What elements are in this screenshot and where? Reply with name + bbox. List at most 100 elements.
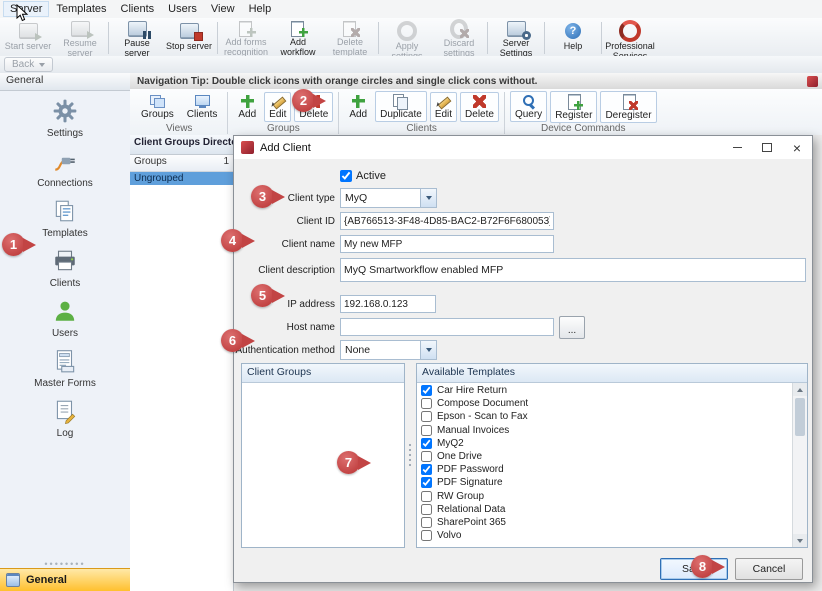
browse-button[interactable]: ... (559, 316, 585, 339)
back-button[interactable]: Back (4, 57, 53, 72)
group-edit-button[interactable]: Edit (264, 92, 291, 122)
resume-server-button[interactable]: Resume server (54, 19, 106, 57)
stop-server-button[interactable]: Stop server (163, 19, 215, 57)
scroll-up-icon[interactable] (793, 383, 807, 396)
minimize-button[interactable] (722, 136, 752, 159)
template-checkbox[interactable] (421, 398, 432, 409)
template-row[interactable]: Manual Invoices (417, 424, 792, 437)
dialog-body: Active Client type MyQ Client ID Client … (234, 159, 812, 582)
template-checkbox[interactable] (421, 530, 432, 541)
chevron-down-icon (39, 63, 45, 67)
device-register-button[interactable]: Register (550, 91, 597, 123)
add-workflow-button[interactable]: Add workflow (272, 19, 324, 57)
views-groups-button[interactable]: Groups (136, 92, 179, 122)
sidebar-item-connections[interactable]: Connections (0, 148, 130, 189)
cancel-button[interactable]: Cancel (735, 558, 803, 580)
host-name-field[interactable] (340, 318, 554, 336)
dialog-titlebar[interactable]: Add Client (234, 136, 812, 159)
client-groups-list[interactable] (242, 383, 404, 547)
sidebar-splitter-handle[interactable]: •••••••• (0, 560, 130, 568)
groups-column-header[interactable]: Groups 1 (130, 155, 233, 172)
template-row[interactable]: Epson - Scan to Fax (417, 410, 792, 423)
groups-count: 1 (223, 156, 229, 171)
template-row[interactable]: Compose Document (417, 397, 792, 410)
professional-services-button[interactable]: Professional Services (604, 19, 656, 57)
users-person-icon (52, 298, 78, 327)
help-button[interactable]: Help (547, 19, 599, 57)
client-name-row: Client name (234, 235, 554, 253)
maximize-button[interactable] (752, 136, 782, 159)
template-checkbox[interactable] (421, 425, 432, 436)
panel-splitter[interactable] (404, 363, 415, 546)
main-toolbar: Start server Resume server Pause server … (0, 18, 822, 58)
device-deregister-button[interactable]: Deregister (600, 91, 656, 123)
template-row[interactable]: Car Hire Return (417, 384, 792, 397)
client-id-field[interactable] (340, 212, 554, 230)
sidebar-item-users[interactable]: Users (0, 298, 130, 339)
client-name-field[interactable] (340, 235, 554, 253)
templates-scrollbar[interactable] (792, 383, 807, 547)
discard-settings-button[interactable]: Discard settings (433, 19, 485, 57)
sidebar-footer[interactable]: General (0, 568, 130, 591)
views-clients-button[interactable]: Clients (182, 92, 223, 122)
list-item-ungrouped[interactable]: Ungrouped (130, 172, 233, 185)
client-add-button[interactable]: Add (344, 92, 372, 122)
active-row: Active (234, 167, 386, 185)
menu-item-templates[interactable]: Templates (49, 1, 113, 17)
template-row[interactable]: PDF Password (417, 463, 792, 476)
template-checkbox[interactable] (421, 477, 432, 488)
menu-item-users[interactable]: Users (161, 1, 204, 17)
scroll-down-icon[interactable] (793, 534, 807, 547)
menu-item-view[interactable]: View (204, 1, 242, 17)
delete-template-button[interactable]: Delete template (324, 19, 376, 57)
sidebar-item-settings[interactable]: Settings (0, 98, 130, 139)
client-description-field[interactable] (340, 258, 806, 282)
apply-settings-button[interactable]: Apply settings (381, 19, 433, 57)
template-row[interactable]: RW Group (417, 490, 792, 503)
template-checkbox[interactable] (421, 411, 432, 422)
ribbon-group-label: Device Commands (510, 123, 657, 135)
template-row[interactable]: SharePoint 365 (417, 516, 792, 529)
template-checkbox[interactable] (421, 517, 432, 528)
app-dialog-icon (241, 141, 254, 154)
annotation-6: 6 (221, 329, 255, 352)
template-checkbox[interactable] (421, 464, 432, 475)
register-icon (566, 94, 582, 109)
sidebar-item-master-forms[interactable]: Master Forms (0, 348, 130, 389)
clients-view-icon (195, 95, 210, 108)
menu-item-clients[interactable]: Clients (114, 1, 162, 17)
template-checkbox[interactable] (421, 438, 432, 449)
close-icon[interactable] (782, 136, 812, 159)
sidebar-item-log[interactable]: Log (0, 398, 130, 439)
help-icon (565, 21, 581, 40)
template-checkbox[interactable] (421, 451, 432, 462)
add-forms-recognition-button[interactable]: Add forms recognition (220, 19, 272, 57)
ip-address-field[interactable] (340, 295, 436, 313)
sidebar: General Settings Connections Templates C… (0, 73, 131, 591)
scrollbar-thumb[interactable] (795, 398, 805, 436)
template-row[interactable]: PDF Signature (417, 476, 792, 489)
chevron-down-icon (420, 189, 436, 207)
active-checkbox[interactable] (340, 170, 352, 182)
server-settings-button[interactable]: Server Settings (490, 19, 542, 57)
group-add-button[interactable]: Add (233, 92, 261, 122)
device-query-button[interactable]: Query (510, 91, 547, 122)
client-delete-button[interactable]: Delete (460, 92, 499, 122)
start-server-button[interactable]: Start server (2, 19, 54, 57)
template-checkbox[interactable] (421, 491, 432, 502)
menu-item-help[interactable]: Help (242, 1, 279, 17)
template-row[interactable]: MyQ2 (417, 437, 792, 450)
template-row[interactable]: Relational Data (417, 503, 792, 516)
pause-server-button[interactable]: Pause server (111, 19, 163, 57)
template-checkbox[interactable] (421, 385, 432, 396)
auth-method-row: Authentication method None (234, 341, 437, 359)
dialog-title: Add Client (260, 142, 311, 154)
template-row[interactable]: Volvo (417, 529, 792, 542)
delete-x-icon (473, 95, 486, 108)
client-edit-button[interactable]: Edit (430, 92, 457, 122)
client-duplicate-button[interactable]: Duplicate (375, 91, 427, 122)
client-type-select[interactable]: MyQ (340, 188, 437, 208)
template-checkbox[interactable] (421, 504, 432, 515)
template-row[interactable]: One Drive (417, 450, 792, 463)
auth-method-select[interactable]: None (340, 340, 437, 360)
